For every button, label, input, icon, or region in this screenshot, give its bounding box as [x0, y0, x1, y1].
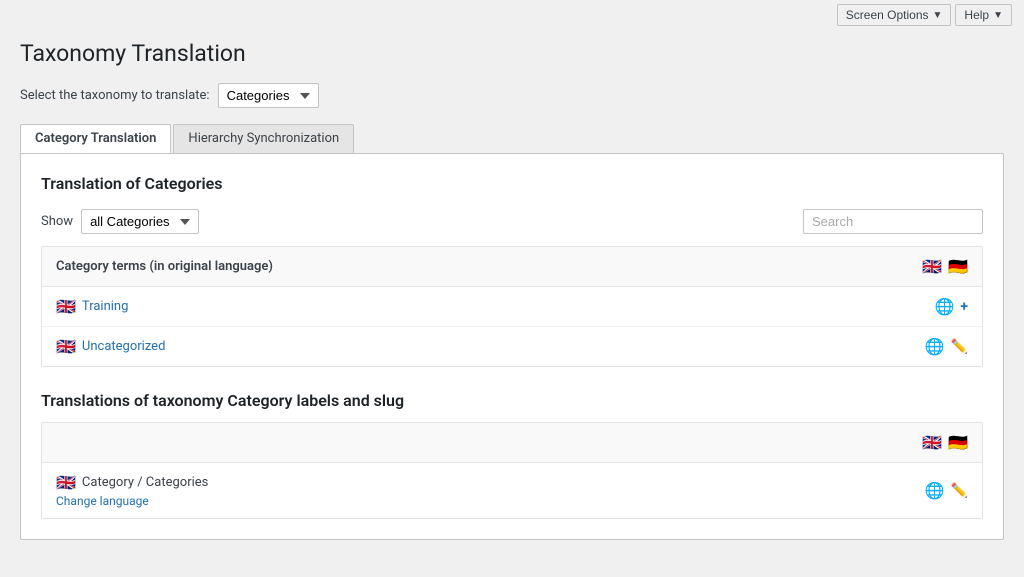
translation-table: Category terms (in original language) 🇬🇧…: [41, 246, 983, 367]
table-header-flags: 🇬🇧 🇩🇪: [922, 257, 968, 276]
globe-icon: 🌐: [934, 297, 954, 316]
taxonomy-select[interactable]: Categories Tags: [218, 83, 319, 108]
training-link[interactable]: Training: [82, 299, 128, 314]
show-select[interactable]: all Categories Untranslated Translated: [81, 209, 199, 234]
content-panel: Translation of Categories Show all Categ…: [20, 153, 1004, 540]
flag-en-header2: 🇬🇧: [922, 433, 942, 452]
flag-uncategorized: 🇬🇧: [56, 337, 76, 356]
filter-row: Show all Categories Untranslated Transla…: [41, 209, 983, 234]
taxonomy-select-row: Select the taxonomy to translate: Catego…: [20, 83, 1004, 108]
tab-hierarchy-sync[interactable]: Hierarchy Synchronization: [173, 124, 354, 153]
flag-category-label: 🇬🇧: [56, 473, 76, 492]
help-button[interactable]: Help ▼: [955, 4, 1012, 26]
row-training-actions: 🌐 +: [934, 297, 968, 316]
plus-icon[interactable]: +: [960, 299, 968, 315]
table2-header: 🇬🇧 🇩🇪: [42, 423, 982, 463]
table2-row-actions: 🌐 ✏️: [925, 481, 968, 500]
filter-row-left: Show all Categories Untranslated Transla…: [41, 209, 199, 234]
search-input[interactable]: [803, 209, 983, 234]
change-language-link[interactable]: Change language: [56, 494, 905, 508]
table-header-col-main: Category terms (in original language): [56, 259, 902, 274]
tabs: Category Translation Hierarchy Synchroni…: [20, 124, 1004, 153]
screen-options-label: Screen Options: [846, 8, 929, 22]
page-title: Taxonomy Translation: [20, 40, 1004, 67]
taxonomy-labels-table: 🇬🇧 🇩🇪 🇬🇧 Category / Categories Change la…: [41, 422, 983, 519]
table-row: 🇬🇧 Training 🌐 +: [42, 287, 982, 327]
row-uncategorized-actions: 🌐 ✏️: [925, 337, 968, 356]
top-bar: Screen Options ▼ Help ▼: [0, 0, 1024, 30]
help-label: Help: [964, 8, 989, 22]
screen-options-button[interactable]: Screen Options ▼: [837, 4, 952, 26]
globe-icon: 🌐: [925, 337, 945, 356]
tab-category-translation[interactable]: Category Translation: [20, 124, 171, 153]
table2-row: 🇬🇧 Category / Categories Change language…: [42, 463, 982, 518]
flag-de-header2: 🇩🇪: [948, 433, 968, 452]
table2-header-flags: 🇬🇧 🇩🇪: [922, 433, 968, 452]
category-translation-section-title: Translation of Categories: [41, 174, 983, 193]
flag-training: 🇬🇧: [56, 297, 76, 316]
screen-options-caret-icon: ▼: [933, 10, 943, 21]
flag-de-header: 🇩🇪: [948, 257, 968, 276]
page-wrapper: Taxonomy Translation Select the taxonomy…: [0, 30, 1024, 560]
row-uncategorized-main: 🇬🇧 Uncategorized: [56, 337, 905, 356]
globe-icon: 🌐: [925, 481, 945, 500]
uncategorized-link[interactable]: Uncategorized: [82, 339, 165, 354]
category-label-text: Category / Categories: [82, 475, 208, 490]
table-header: Category terms (in original language) 🇬🇧…: [42, 247, 982, 287]
flag-en-header: 🇬🇧: [922, 257, 942, 276]
pencil-icon[interactable]: ✏️: [951, 339, 968, 355]
pencil-icon[interactable]: ✏️: [951, 483, 968, 499]
show-label: Show: [41, 214, 73, 229]
help-caret-icon: ▼: [993, 10, 1003, 21]
taxonomy-select-label: Select the taxonomy to translate:: [20, 88, 210, 103]
category-label-main: 🇬🇧 Category / Categories Change language: [56, 473, 905, 508]
row-training-main: 🇬🇧 Training: [56, 297, 914, 316]
taxonomy-labels-section-title: Translations of taxonomy Category labels…: [41, 391, 983, 410]
table-row: 🇬🇧 Uncategorized 🌐 ✏️: [42, 327, 982, 366]
